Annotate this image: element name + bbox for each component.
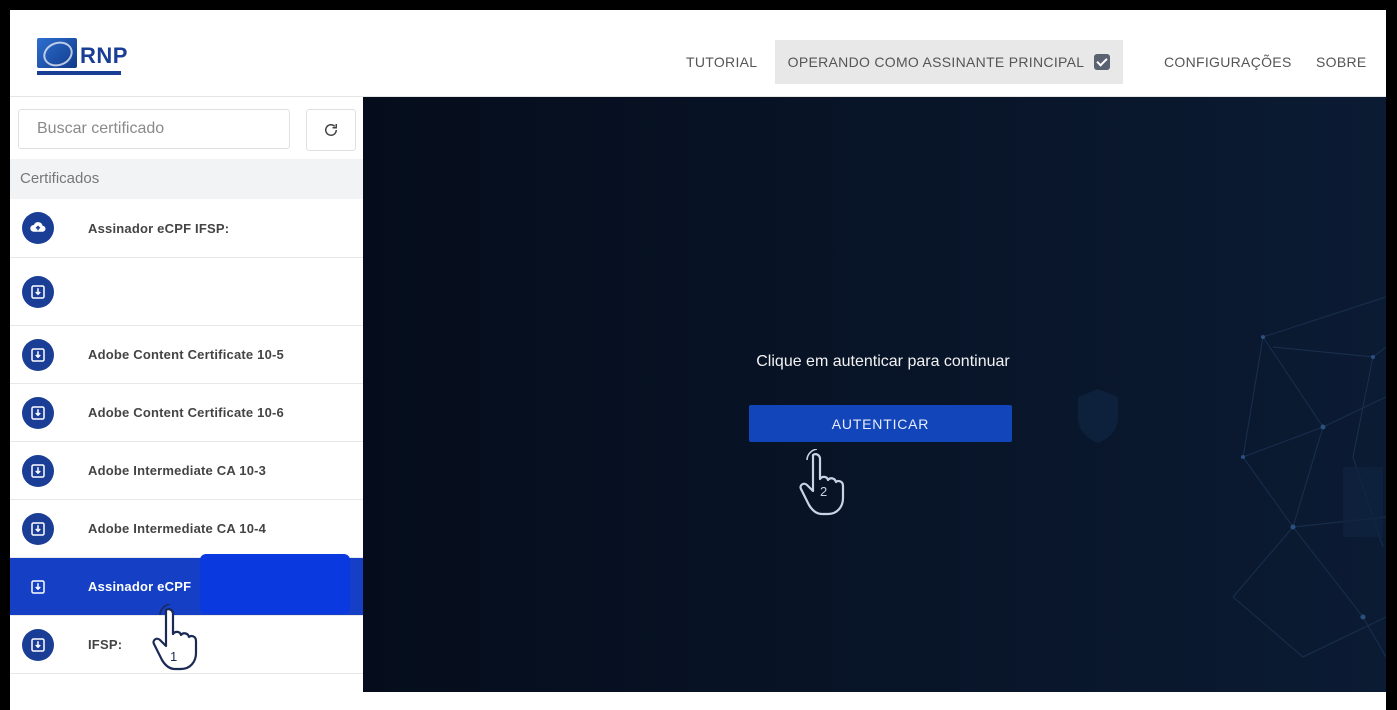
certificados-section-label: Certificados [10, 159, 363, 199]
refresh-icon [325, 124, 337, 136]
list-item[interactable]: Assinador eCPF IFSP: [10, 199, 363, 258]
download-box-icon [22, 396, 54, 429]
list-item[interactable]: Adobe Intermediate CA 10-4 [10, 500, 363, 558]
nav-tutorial[interactable]: TUTORIAL [674, 40, 769, 84]
app-window: RNP TUTORIAL OPERANDO COMO ASSINANTE PRI… [10, 10, 1386, 710]
cert-label: Adobe Intermediate CA 10-3 [88, 463, 267, 478]
logo-text: RNP [80, 43, 128, 68]
list-item[interactable] [10, 258, 363, 326]
nav-sobre-label: SOBRE [1316, 54, 1367, 70]
bottom-strip [363, 692, 1386, 710]
cert-label: Assinador eCPF IFSP: [88, 220, 230, 236]
nav-configuracoes[interactable]: CONFIGURAÇÕES [1158, 40, 1298, 84]
shield-check-icon [1094, 54, 1111, 70]
search-input[interactable] [18, 109, 290, 149]
main-content: Clique em autenticar para continuar AUTE… [363, 97, 1386, 692]
refresh-button[interactable] [306, 109, 356, 151]
download-box-icon [22, 338, 54, 371]
cert-label: Adobe Intermediate CA 10-4 [88, 521, 267, 536]
cloud-upload-icon [22, 212, 54, 244]
rnp-logo[interactable]: RNP [37, 38, 127, 90]
list-item[interactable]: Adobe Content Certificate 10-6 [10, 384, 363, 442]
top-header: RNP TUTORIAL OPERANDO COMO ASSINANTE PRI… [10, 10, 1386, 97]
cert-label: IFSP: [88, 637, 123, 652]
step-2-label: 2 [820, 484, 827, 499]
nav-operando-label: OPERANDO COMO ASSINANTE PRINCIPAL [787, 54, 1085, 70]
cert-label: Adobe Content Certificate 10-5 [88, 347, 284, 362]
list-item[interactable]: Adobe Intermediate CA 10-3 [10, 442, 363, 500]
nav-tutorial-label: TUTORIAL [686, 54, 758, 70]
search-bar [18, 105, 358, 157]
certificate-sidebar: Certificados Assinador eCPF IFSP: Adobe … [10, 97, 363, 710]
hand-pointer-icon: 2 [799, 449, 845, 516]
redaction-mask [200, 554, 350, 614]
download-box-icon [22, 275, 54, 308]
certificate-list: Assinador eCPF IFSP: Adobe Content Certi… [10, 199, 363, 674]
cert-label: Assinador eCPF [88, 579, 192, 594]
download-box-icon [22, 628, 54, 661]
nav-operando-assinante[interactable]: OPERANDO COMO ASSINANTE PRINCIPAL [775, 40, 1123, 84]
network-background [363, 97, 1386, 692]
hand-pointer-icon: 1 [152, 604, 198, 671]
list-item[interactable]: Adobe Content Certificate 10-5 [10, 326, 363, 384]
nav-sobre[interactable]: SOBRE [1310, 40, 1373, 84]
rnp-logo-mark [37, 38, 77, 68]
logo-underline [37, 71, 121, 75]
nav-configuracoes-label: CONFIGURAÇÕES [1164, 54, 1292, 70]
download-box-icon [22, 512, 54, 545]
auth-prompt-text: Clique em autenticar para continuar [756, 353, 1010, 370]
step-1-label: 1 [170, 649, 177, 664]
download-box-icon [22, 571, 54, 603]
cert-label: Adobe Content Certificate 10-6 [88, 405, 284, 420]
autenticar-button[interactable]: AUTENTICAR [749, 405, 1012, 442]
download-box-icon [22, 454, 54, 487]
